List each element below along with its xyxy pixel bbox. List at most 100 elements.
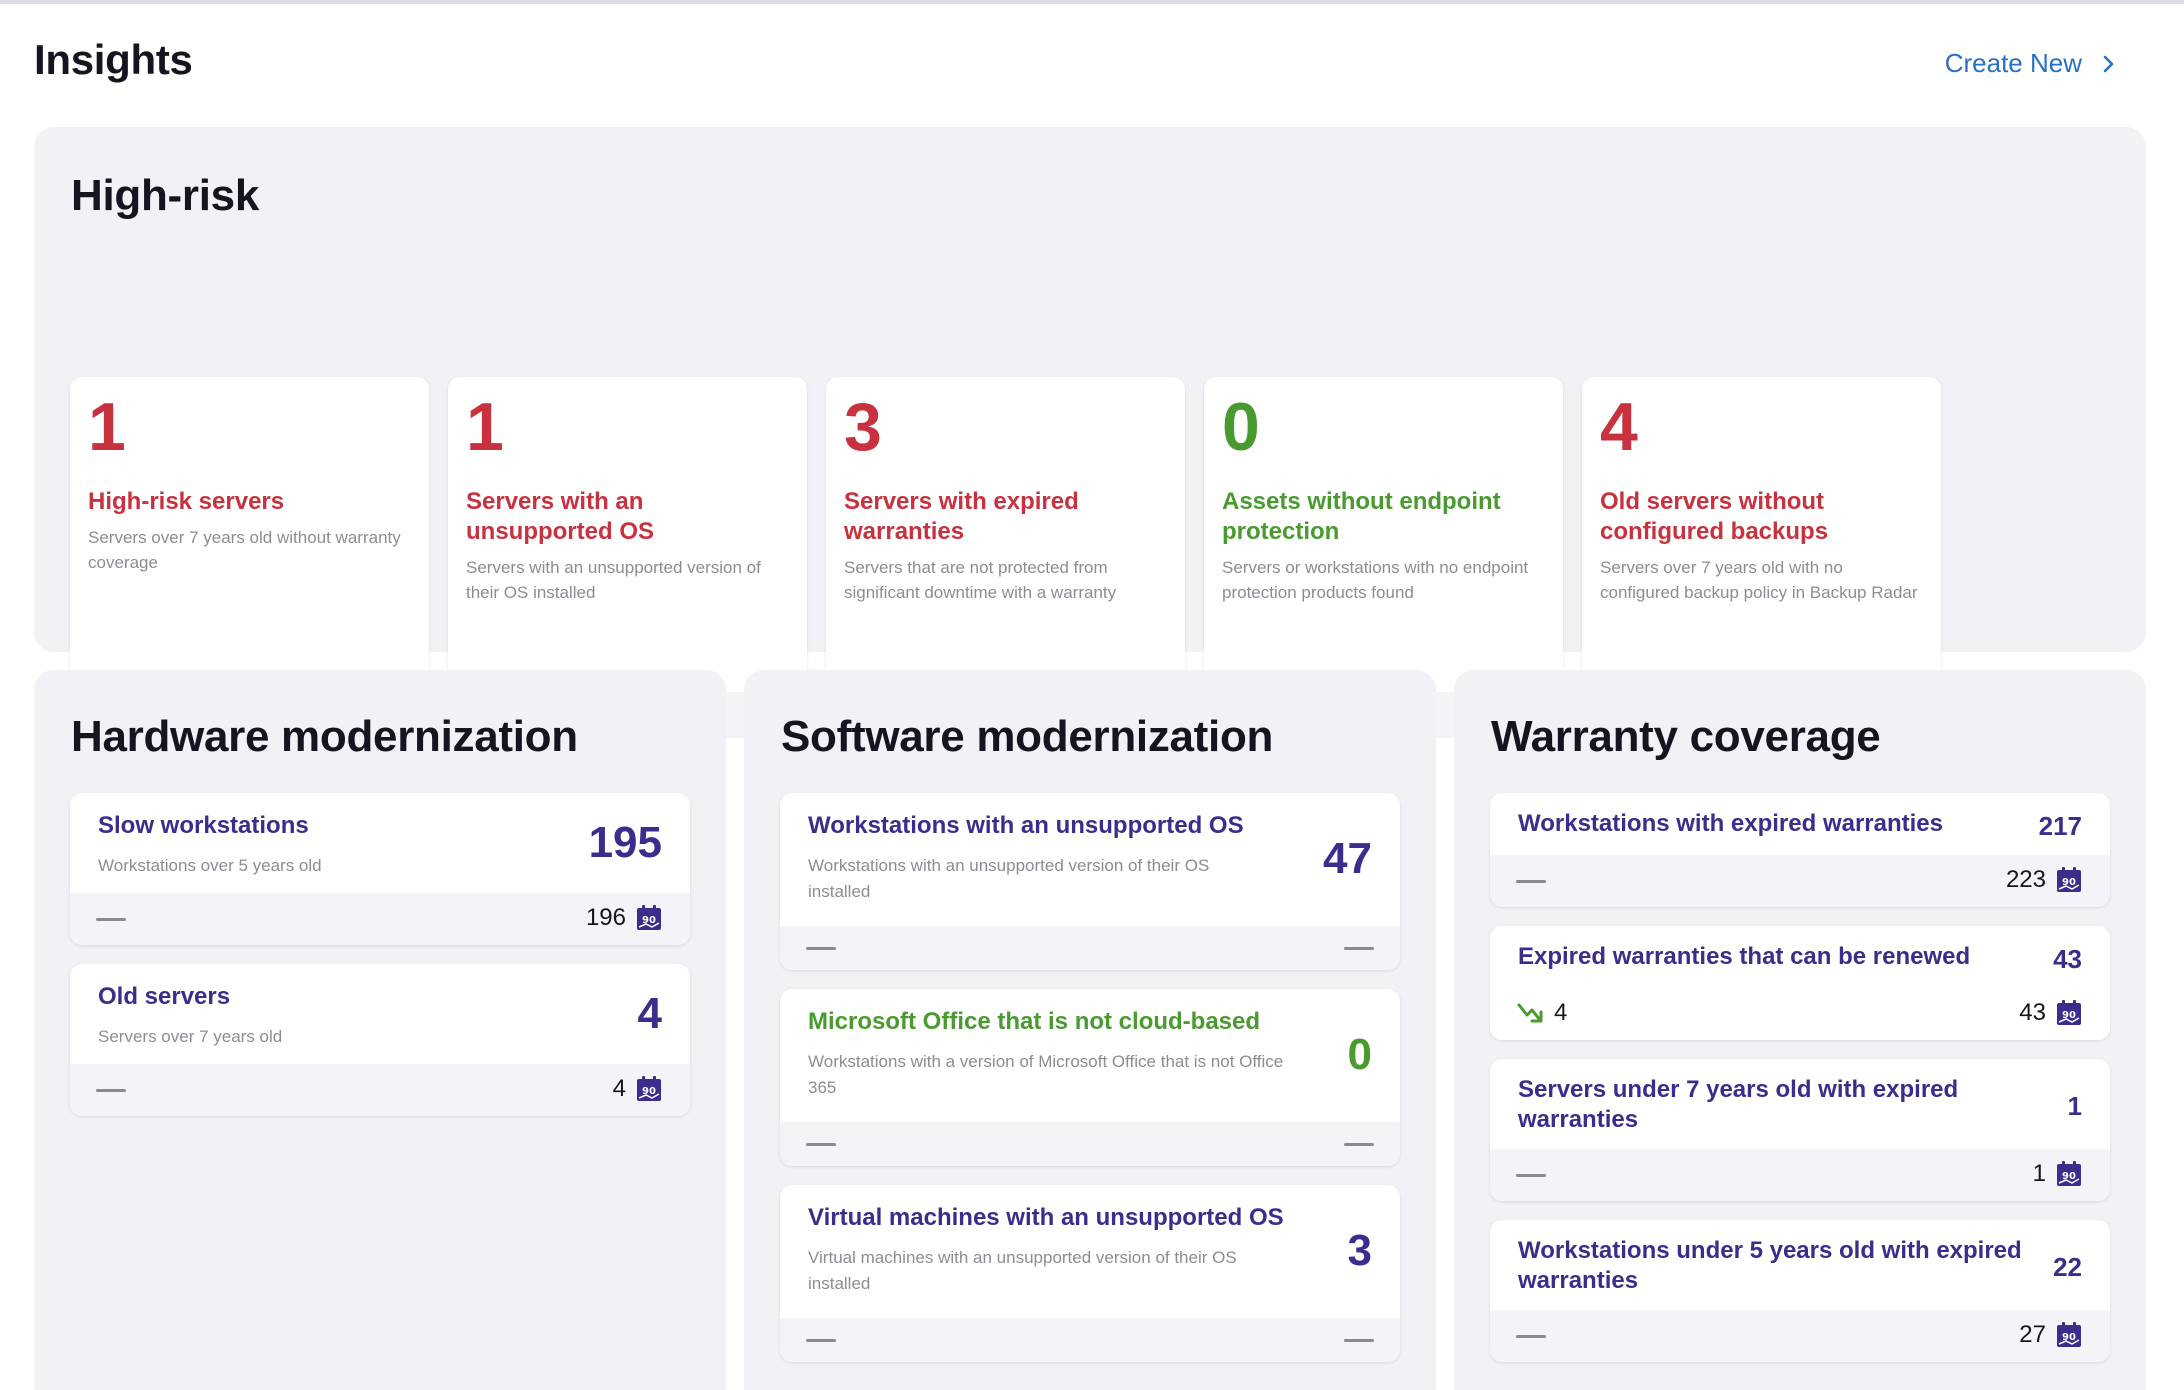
footer-count: 43 — [2019, 998, 2084, 1028]
card-footer: 1 — [1490, 1149, 2110, 1201]
footer-count-value: 196 — [585, 904, 626, 931]
card-description: Servers with an unsupported version of t… — [466, 558, 761, 602]
card-description: Virtual machines with an unsupported ver… — [808, 1248, 1237, 1293]
calendar-90-icon — [2054, 1159, 2084, 1189]
renewable-warranties-card[interactable]: Expired warranties that can be renewed 4… — [1490, 926, 2110, 1040]
card-description: Workstations with a version of Microsoft… — [808, 1052, 1284, 1097]
trend-value: 4 — [1554, 999, 1568, 1026]
card-value: 1 — [88, 389, 126, 465]
card-footer — [780, 926, 1400, 970]
card-title: Workstations under 5 years old with expi… — [1518, 1237, 2022, 1294]
calendar-90-icon — [2054, 998, 2084, 1028]
chevron-right-icon — [2103, 55, 2114, 72]
servers-under-7-expired-card[interactable]: Servers under 7 years old with expired w… — [1490, 1059, 2110, 1201]
card-description: Servers over 7 years old with no configu… — [1600, 558, 1918, 602]
card-value: 3 — [844, 389, 882, 465]
card-description: Servers over 7 years old without warrant… — [88, 528, 401, 572]
card-value: 195 — [588, 818, 662, 867]
trend-empty-dash — [806, 947, 836, 950]
old-servers-card[interactable]: Old servers Servers over 7 years old 4 4 — [70, 964, 690, 1116]
card-value: 1 — [2067, 1091, 2082, 1121]
card-title: Old servers without configured backups — [1600, 488, 1829, 545]
trend-empty-dash — [96, 1089, 126, 1092]
count-empty-dash — [1344, 1143, 1374, 1146]
card-description: Workstations with an unsupported version… — [808, 856, 1210, 901]
card-title: Old servers — [98, 983, 231, 1010]
section-title-warranty: Warranty coverage — [1491, 712, 1881, 761]
card-value: 47 — [1323, 834, 1372, 883]
trend-empty-dash — [1516, 1335, 1546, 1338]
card-description: Servers over 7 years old — [98, 1027, 283, 1046]
workstations-unsupported-os-card[interactable]: Workstations with an unsupported OS Work… — [780, 793, 1400, 970]
card-description: Workstations over 5 years old — [98, 856, 322, 875]
card-title: High-risk servers — [88, 488, 285, 515]
card-value: 0 — [1347, 1030, 1372, 1079]
card-value: 1 — [466, 389, 504, 465]
card-value: 0 — [1222, 389, 1260, 465]
vms-unsupported-os-card[interactable]: Virtual machines with an unsupported OS … — [780, 1185, 1400, 1362]
section-title-hardware: Hardware modernization — [71, 712, 578, 761]
calendar-90-icon — [634, 1074, 664, 1104]
card-value: 22 — [2053, 1252, 2082, 1282]
hardware-modernization-section: Hardware modernization Slow workstations… — [34, 670, 726, 1390]
card-title: Expired warranties that can be renewed — [1518, 943, 1971, 970]
trend-empty-dash — [806, 1143, 836, 1146]
card-footer: 223 — [1490, 855, 2110, 907]
software-modernization-section: Software modernization Workstations with… — [744, 670, 1436, 1390]
card-title: Servers with expired warranties — [844, 488, 1079, 545]
section-title-high-risk: High-risk — [71, 171, 259, 220]
card-title: Workstations with expired warranties — [1518, 810, 1944, 837]
calendar-90-icon — [2054, 1320, 2084, 1350]
card-title: Virtual machines with an unsupported OS — [808, 1204, 1284, 1231]
card-footer: 4 43 — [1490, 988, 2110, 1040]
footer-count-value: 43 — [2019, 999, 2046, 1026]
warranty-coverage-section: Warranty coverage Workstations with expi… — [1454, 670, 2146, 1390]
footer-count: 196 — [586, 903, 664, 933]
calendar-90-icon — [634, 903, 664, 933]
footer-count-value: 223 — [2005, 866, 2046, 893]
card-value: 4 — [1600, 389, 1638, 465]
count-empty-dash — [1344, 947, 1374, 950]
trend-empty-dash — [1516, 1174, 1546, 1177]
footer-count: 4 — [613, 1074, 664, 1104]
card-value: 3 — [1347, 1226, 1372, 1275]
create-new-link[interactable]: Create New — [1945, 48, 2118, 79]
card-value: 43 — [2053, 944, 2082, 974]
create-new-label: Create New — [1944, 48, 2082, 78]
card-footer — [780, 1122, 1400, 1166]
card-value: 217 — [2038, 811, 2082, 841]
office-not-cloud-card[interactable]: Microsoft Office that is not cloud-based… — [780, 989, 1400, 1166]
trend-empty-dash — [806, 1339, 836, 1342]
card-value: 4 — [637, 989, 662, 1038]
card-description: Servers that are not protected from sign… — [844, 558, 1117, 602]
footer-count: 1 — [2033, 1159, 2084, 1189]
footer-count: 223 — [2006, 865, 2084, 895]
trend-empty-dash — [96, 918, 126, 921]
footer-count-value: 27 — [2019, 1321, 2046, 1348]
footer-count: 27 — [2019, 1320, 2084, 1350]
calendar-90-icon — [2054, 865, 2084, 895]
card-footer: 4 — [70, 1064, 690, 1116]
card-footer: 27 — [1490, 1310, 2110, 1362]
trend-indicator: 4 — [1516, 998, 1567, 1028]
trend-empty-dash — [1516, 880, 1546, 883]
workstations-expired-warranties-card[interactable]: Workstations with expired warranties 217… — [1490, 793, 2110, 907]
card-title: Servers with an unsupported OS — [466, 488, 654, 545]
slow-workstations-card[interactable]: Slow workstations Workstations over 5 ye… — [70, 793, 690, 945]
card-footer — [780, 1318, 1400, 1362]
card-title: Workstations with an unsupported OS — [808, 812, 1244, 839]
card-title: Servers under 7 years old with expired w… — [1518, 1076, 1959, 1133]
high-risk-section: High-risk 1 High-risk servers Servers ov… — [34, 127, 2146, 736]
section-title-software: Software modernization — [781, 712, 1274, 761]
card-footer: 196 — [70, 893, 690, 945]
card-title: Microsoft Office that is not cloud-based — [808, 1008, 1261, 1035]
top-divider — [0, 0, 2184, 4]
page-title: Insights — [34, 36, 193, 83]
card-title: Assets without endpoint protection — [1222, 488, 1501, 545]
workstations-under-5-expired-card[interactable]: Workstations under 5 years old with expi… — [1490, 1220, 2110, 1362]
footer-count-value: 1 — [2032, 1160, 2046, 1187]
trend-down-icon — [1517, 1003, 1543, 1023]
footer-count-value: 4 — [612, 1075, 626, 1102]
card-description: Servers or workstations with no endpoint… — [1222, 558, 1529, 602]
count-empty-dash — [1344, 1339, 1374, 1342]
